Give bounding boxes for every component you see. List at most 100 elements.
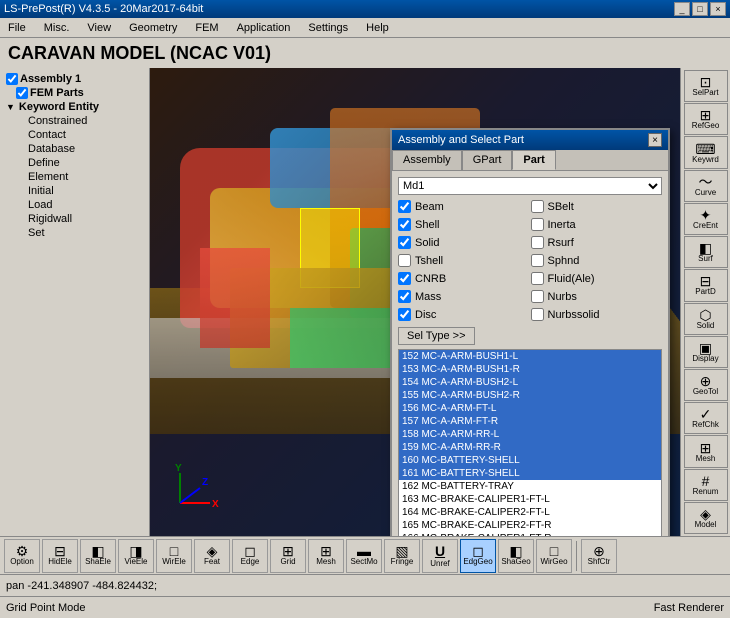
cnrb-checkbox[interactable] [398, 272, 411, 285]
list-item[interactable]: 154 MC-A-ARM-BUSH2-L [399, 376, 661, 389]
3d-viewport[interactable]: X Y Z Assembly and Select Part × Assembl… [150, 68, 680, 536]
list-item[interactable]: 157 MC-A-ARM-FT-R [399, 415, 661, 428]
tree-element[interactable]: Element [4, 170, 145, 184]
list-item[interactable]: 153 MC-A-ARM-BUSH1-R [399, 363, 661, 376]
list-item[interactable]: 160 MC-BATTERY-SHELL [399, 454, 661, 467]
toolbar-partd[interactable]: ⊟ PartD [684, 269, 728, 301]
bot-wirele[interactable]: □ WirEle [156, 539, 192, 573]
mass-checkbox[interactable] [398, 290, 411, 303]
toolbar-refchk[interactable]: ✓ RefChk [684, 402, 728, 434]
tree-database[interactable]: Database [4, 142, 145, 156]
bot-hideele[interactable]: ⊟ HidEle [42, 539, 78, 573]
left-panel: Assembly 1 FEM Parts ▼ Keyword Entity Co… [0, 68, 150, 536]
tree-rigidwall[interactable]: Rigidwall [4, 212, 145, 226]
toolbar-selpart[interactable]: ⊡ SelPart [684, 70, 728, 102]
list-item[interactable]: 161 MC-BATTERY-SHELL [399, 467, 661, 480]
toolbar-refgeo[interactable]: ⊞ RefGeo [684, 103, 728, 135]
toolbar-renum[interactable]: # Renum [684, 469, 728, 501]
checkbox-cnrb: CNRB [398, 272, 530, 285]
dialog-close-button[interactable]: × [648, 133, 662, 147]
list-item[interactable]: 156 MC-A-ARM-FT-L [399, 402, 661, 415]
tab-gpart[interactable]: GPart [462, 150, 513, 170]
toolbar-creent[interactable]: ✦ CreEnt [684, 203, 728, 235]
menu-file[interactable]: File [4, 20, 30, 36]
bot-shaele[interactable]: ◧ ShaEle [80, 539, 116, 573]
tree-contact[interactable]: Contact [4, 128, 145, 142]
toolbar-model[interactable]: ◈ Model [684, 502, 728, 534]
sphnd-checkbox[interactable] [531, 254, 544, 267]
inerta-checkbox[interactable] [531, 218, 544, 231]
toolbar-geotol[interactable]: ⊕ GeoTol [684, 369, 728, 401]
list-item[interactable]: 158 MC-A-ARM-RR-L [399, 428, 661, 441]
bot-edge[interactable]: ◻ Edge [232, 539, 268, 573]
list-item[interactable]: 166 MC-BRAKE-CALIPER1-FT-R [399, 532, 661, 536]
tree-define[interactable]: Define [4, 156, 145, 170]
menu-help[interactable]: Help [362, 20, 393, 36]
toolbar-solid[interactable]: ⬡ Solid [684, 303, 728, 335]
bot-shfctr[interactable]: ⊕ ShfCtr [581, 539, 617, 573]
menu-settings[interactable]: Settings [304, 20, 352, 36]
menu-view[interactable]: View [83, 20, 115, 36]
close-button[interactable]: × [710, 2, 726, 16]
rsurf-checkbox[interactable] [531, 236, 544, 249]
md-select[interactable]: Md1 [398, 177, 662, 195]
bot-viele[interactable]: ◨ VieEle [118, 539, 154, 573]
toolbar-keywrd[interactable]: ⌨ Keywrd [684, 136, 728, 168]
status-bar: Grid Point Mode Fast Renderer [0, 596, 730, 618]
bot-shageo[interactable]: ◧ ShaGeo [498, 539, 534, 573]
list-item[interactable]: 152 MC-A-ARM-BUSH1-L [399, 350, 661, 363]
assembly1-checkbox[interactable] [6, 73, 18, 85]
tree-constrained[interactable]: Constrained [4, 114, 145, 128]
toolbar-curve[interactable]: 〜 Curve [684, 170, 728, 202]
disc-checkbox[interactable] [398, 308, 411, 321]
nurbs-checkbox[interactable] [531, 290, 544, 303]
menu-misc[interactable]: Misc. [40, 20, 74, 36]
sel-type-button[interactable]: Sel Type >> [398, 327, 475, 345]
fem-parts-checkbox[interactable] [16, 87, 28, 99]
list-item[interactable]: 155 MC-A-ARM-BUSH2-R [399, 389, 661, 402]
checkbox-fluid: Fluid(Ale) [531, 272, 663, 285]
tree-assembly1[interactable]: Assembly 1 [4, 72, 145, 86]
minimize-button[interactable]: _ [674, 2, 690, 16]
list-item[interactable]: 165 MC-BRAKE-CALIPER2-FT-R [399, 519, 661, 532]
tab-assembly[interactable]: Assembly [392, 150, 462, 170]
tshell-checkbox[interactable] [398, 254, 411, 267]
menu-geometry[interactable]: Geometry [125, 20, 181, 36]
nurbssolid-checkbox[interactable] [531, 308, 544, 321]
bot-feat[interactable]: ◈ Feat [194, 539, 230, 573]
maximize-button[interactable]: □ [692, 2, 708, 16]
tab-part[interactable]: Part [512, 150, 555, 170]
bot-mesh[interactable]: ⊞ Mesh [308, 539, 344, 573]
tree-set[interactable]: Set [4, 226, 145, 240]
menu-fem[interactable]: FEM [191, 20, 222, 36]
menu-application[interactable]: Application [233, 20, 295, 36]
beam-checkbox[interactable] [398, 200, 411, 213]
toolbar-surf[interactable]: ◧ Surf [684, 236, 728, 268]
tree-initial[interactable]: Initial [4, 184, 145, 198]
checkbox-nurbs: Nurbs [531, 290, 663, 303]
bot-sectmo[interactable]: ▬ SectMo [346, 539, 382, 573]
window-controls[interactable]: _ □ × [674, 2, 726, 16]
bot-edggeo[interactable]: ◻ EdgGeo [460, 539, 496, 573]
assembly-select-part-dialog[interactable]: Assembly and Select Part × Assembly GPar… [390, 128, 670, 536]
bot-wirgeo[interactable]: □ WirGeo [536, 539, 572, 573]
tree-fem-parts[interactable]: FEM Parts [4, 86, 145, 100]
list-item[interactable]: 159 MC-A-ARM-RR-R [399, 441, 661, 454]
bot-unref[interactable]: U Unref [422, 539, 458, 573]
bot-fringe[interactable]: ▧ Fringe [384, 539, 420, 573]
shell-checkbox[interactable] [398, 218, 411, 231]
toolbar-display[interactable]: ▣ Display [684, 336, 728, 368]
list-item[interactable]: 164 MC-BRAKE-CALIPER2-FT-L [399, 506, 661, 519]
solid-checkbox[interactable] [398, 236, 411, 249]
fluid-checkbox[interactable] [531, 272, 544, 285]
bot-option[interactable]: ⚙ Option [4, 539, 40, 573]
parts-list[interactable]: 152 MC-A-ARM-BUSH1-L153 MC-A-ARM-BUSH1-R… [398, 349, 662, 536]
app-title-bar: LS-PrePost(R) V4.3.5 - 20Mar2017-64bit [4, 3, 203, 15]
sbelt-checkbox[interactable] [531, 200, 544, 213]
list-item[interactable]: 162 MC-BATTERY-TRAY [399, 480, 661, 493]
tree-keyword-entity[interactable]: ▼ Keyword Entity [4, 100, 145, 114]
list-item[interactable]: 163 MC-BRAKE-CALIPER1-FT-L [399, 493, 661, 506]
bot-grid[interactable]: ⊞ Grid [270, 539, 306, 573]
toolbar-mesh[interactable]: ⊞ Mesh [684, 435, 728, 467]
tree-load[interactable]: Load [4, 198, 145, 212]
